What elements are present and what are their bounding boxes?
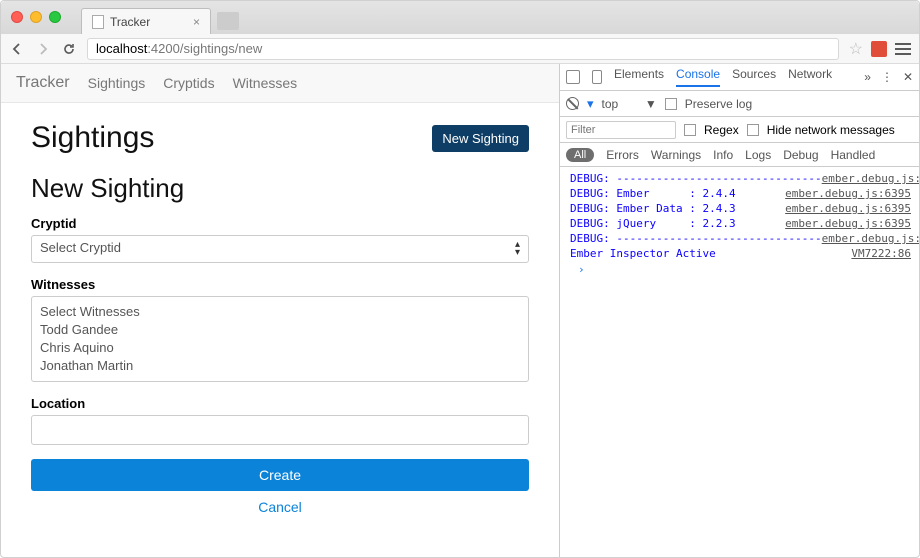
- app-viewport: Tracker Sightings Cryptids Witnesses Sig…: [1, 64, 559, 557]
- tab-title: Tracker: [110, 15, 150, 29]
- address-bar: localhost:4200/sightings/new ☆: [1, 34, 919, 64]
- inspect-element-icon[interactable]: [566, 70, 580, 84]
- browser-window: Tracker × localhost:4200/sightings/new ☆…: [0, 0, 920, 558]
- level-debug[interactable]: Debug: [783, 148, 818, 162]
- tab-network[interactable]: Network: [788, 67, 832, 87]
- level-logs[interactable]: Logs: [745, 148, 771, 162]
- level-warnings[interactable]: Warnings: [651, 148, 701, 162]
- filter-icon[interactable]: ▾: [587, 96, 594, 112]
- close-window-icon[interactable]: [11, 11, 23, 23]
- new-tab-button[interactable]: [217, 12, 239, 30]
- console-line: DEBUG: -------------------------------em…: [570, 231, 919, 246]
- tab-console[interactable]: Console: [676, 67, 720, 87]
- console-line: Ember Inspector ActiveVM7222:86: [570, 246, 919, 261]
- console-line: DEBUG: Ember Data : 2.4.3ember.debug.js:…: [570, 201, 919, 216]
- level-errors[interactable]: Errors: [606, 148, 639, 162]
- device-toolbar-icon[interactable]: [592, 70, 602, 84]
- close-tab-icon[interactable]: ×: [193, 15, 200, 29]
- form-title: New Sighting: [31, 173, 529, 204]
- devtools-panel: Elements Console Sources Network » ⋮ ✕ ▾…: [559, 64, 919, 557]
- console-line: DEBUG: Ember : 2.4.4ember.debug.js:6395: [570, 186, 919, 201]
- tab-sources[interactable]: Sources: [732, 67, 776, 87]
- location-label: Location: [31, 396, 529, 411]
- more-tabs-icon[interactable]: »: [864, 70, 871, 84]
- regex-checkbox[interactable]: [684, 124, 696, 136]
- regex-label: Regex: [704, 123, 739, 137]
- witness-option[interactable]: Chris Aquino: [40, 339, 520, 357]
- devtools-menu-icon[interactable]: ⋮: [881, 70, 893, 84]
- clear-console-icon[interactable]: [566, 97, 579, 110]
- context-selector[interactable]: top ▼: [602, 97, 657, 111]
- url-host: localhost: [96, 41, 147, 56]
- tab-elements[interactable]: Elements: [614, 67, 664, 87]
- hide-network-checkbox[interactable]: [747, 124, 759, 136]
- preserve-log-label: Preserve log: [685, 97, 752, 111]
- cryptid-label: Cryptid: [31, 216, 529, 231]
- maximize-window-icon[interactable]: [49, 11, 61, 23]
- level-handled[interactable]: Handled: [831, 148, 876, 162]
- level-info[interactable]: Info: [713, 148, 733, 162]
- back-icon[interactable]: [9, 41, 25, 57]
- close-devtools-icon[interactable]: ✕: [903, 70, 913, 84]
- log-level-bar: All Errors Warnings Info Logs Debug Hand…: [560, 143, 919, 167]
- console-filter-row: Regex Hide network messages: [560, 117, 919, 143]
- witness-option[interactable]: Todd Gandee: [40, 321, 520, 339]
- ember-inspector-icon[interactable]: [871, 41, 887, 57]
- minimize-window-icon[interactable]: [30, 11, 42, 23]
- new-sighting-button[interactable]: New Sighting: [432, 125, 529, 152]
- nav-witnesses[interactable]: Witnesses: [233, 75, 298, 91]
- console-line: DEBUG: jQuery : 2.2.3ember.debug.js:6395: [570, 216, 919, 231]
- console-line: DEBUG: -------------------------------em…: [570, 171, 919, 186]
- favorite-icon[interactable]: ☆: [849, 39, 863, 59]
- hamburger-menu-icon[interactable]: [895, 43, 911, 55]
- witness-option[interactable]: Jonathan Martin: [40, 357, 520, 375]
- chevron-updown-icon: ▴▾: [515, 241, 520, 257]
- cryptid-select-value: Select Cryptid: [40, 240, 121, 255]
- devtools-tabbar: Elements Console Sources Network » ⋮ ✕: [560, 64, 919, 91]
- page-icon: [92, 15, 104, 29]
- page-title: Sightings: [31, 121, 154, 155]
- console-toolbar: ▾ top ▼ Preserve log: [560, 91, 919, 117]
- window-controls: [11, 11, 61, 23]
- console-prompt-icon[interactable]: ›: [570, 261, 919, 278]
- cancel-link[interactable]: Cancel: [31, 499, 529, 515]
- witness-option[interactable]: Select Witnesses: [40, 303, 520, 321]
- brand[interactable]: Tracker: [16, 74, 70, 92]
- tab-strip: Tracker ×: [1, 1, 919, 34]
- create-button[interactable]: Create: [31, 459, 529, 491]
- url-path: :4200/sightings/new: [147, 41, 262, 56]
- witnesses-label: Witnesses: [31, 277, 529, 292]
- nav-sightings[interactable]: Sightings: [88, 75, 146, 91]
- cryptid-select[interactable]: Select Cryptid ▴▾: [31, 235, 529, 263]
- url-input[interactable]: localhost:4200/sightings/new: [87, 38, 839, 60]
- console-output: DEBUG: -------------------------------em…: [560, 167, 919, 557]
- forward-icon[interactable]: [35, 41, 51, 57]
- hide-network-label: Hide network messages: [767, 123, 895, 137]
- browser-tab[interactable]: Tracker ×: [81, 8, 211, 34]
- preserve-log-checkbox[interactable]: [665, 98, 677, 110]
- level-all[interactable]: All: [566, 148, 594, 162]
- witnesses-select[interactable]: Select Witnesses Todd Gandee Chris Aquin…: [31, 296, 529, 382]
- app-navbar: Tracker Sightings Cryptids Witnesses: [1, 64, 559, 103]
- console-filter-input[interactable]: [566, 121, 676, 139]
- location-input[interactable]: [31, 415, 529, 445]
- reload-icon[interactable]: [61, 41, 77, 57]
- nav-cryptids[interactable]: Cryptids: [163, 75, 214, 91]
